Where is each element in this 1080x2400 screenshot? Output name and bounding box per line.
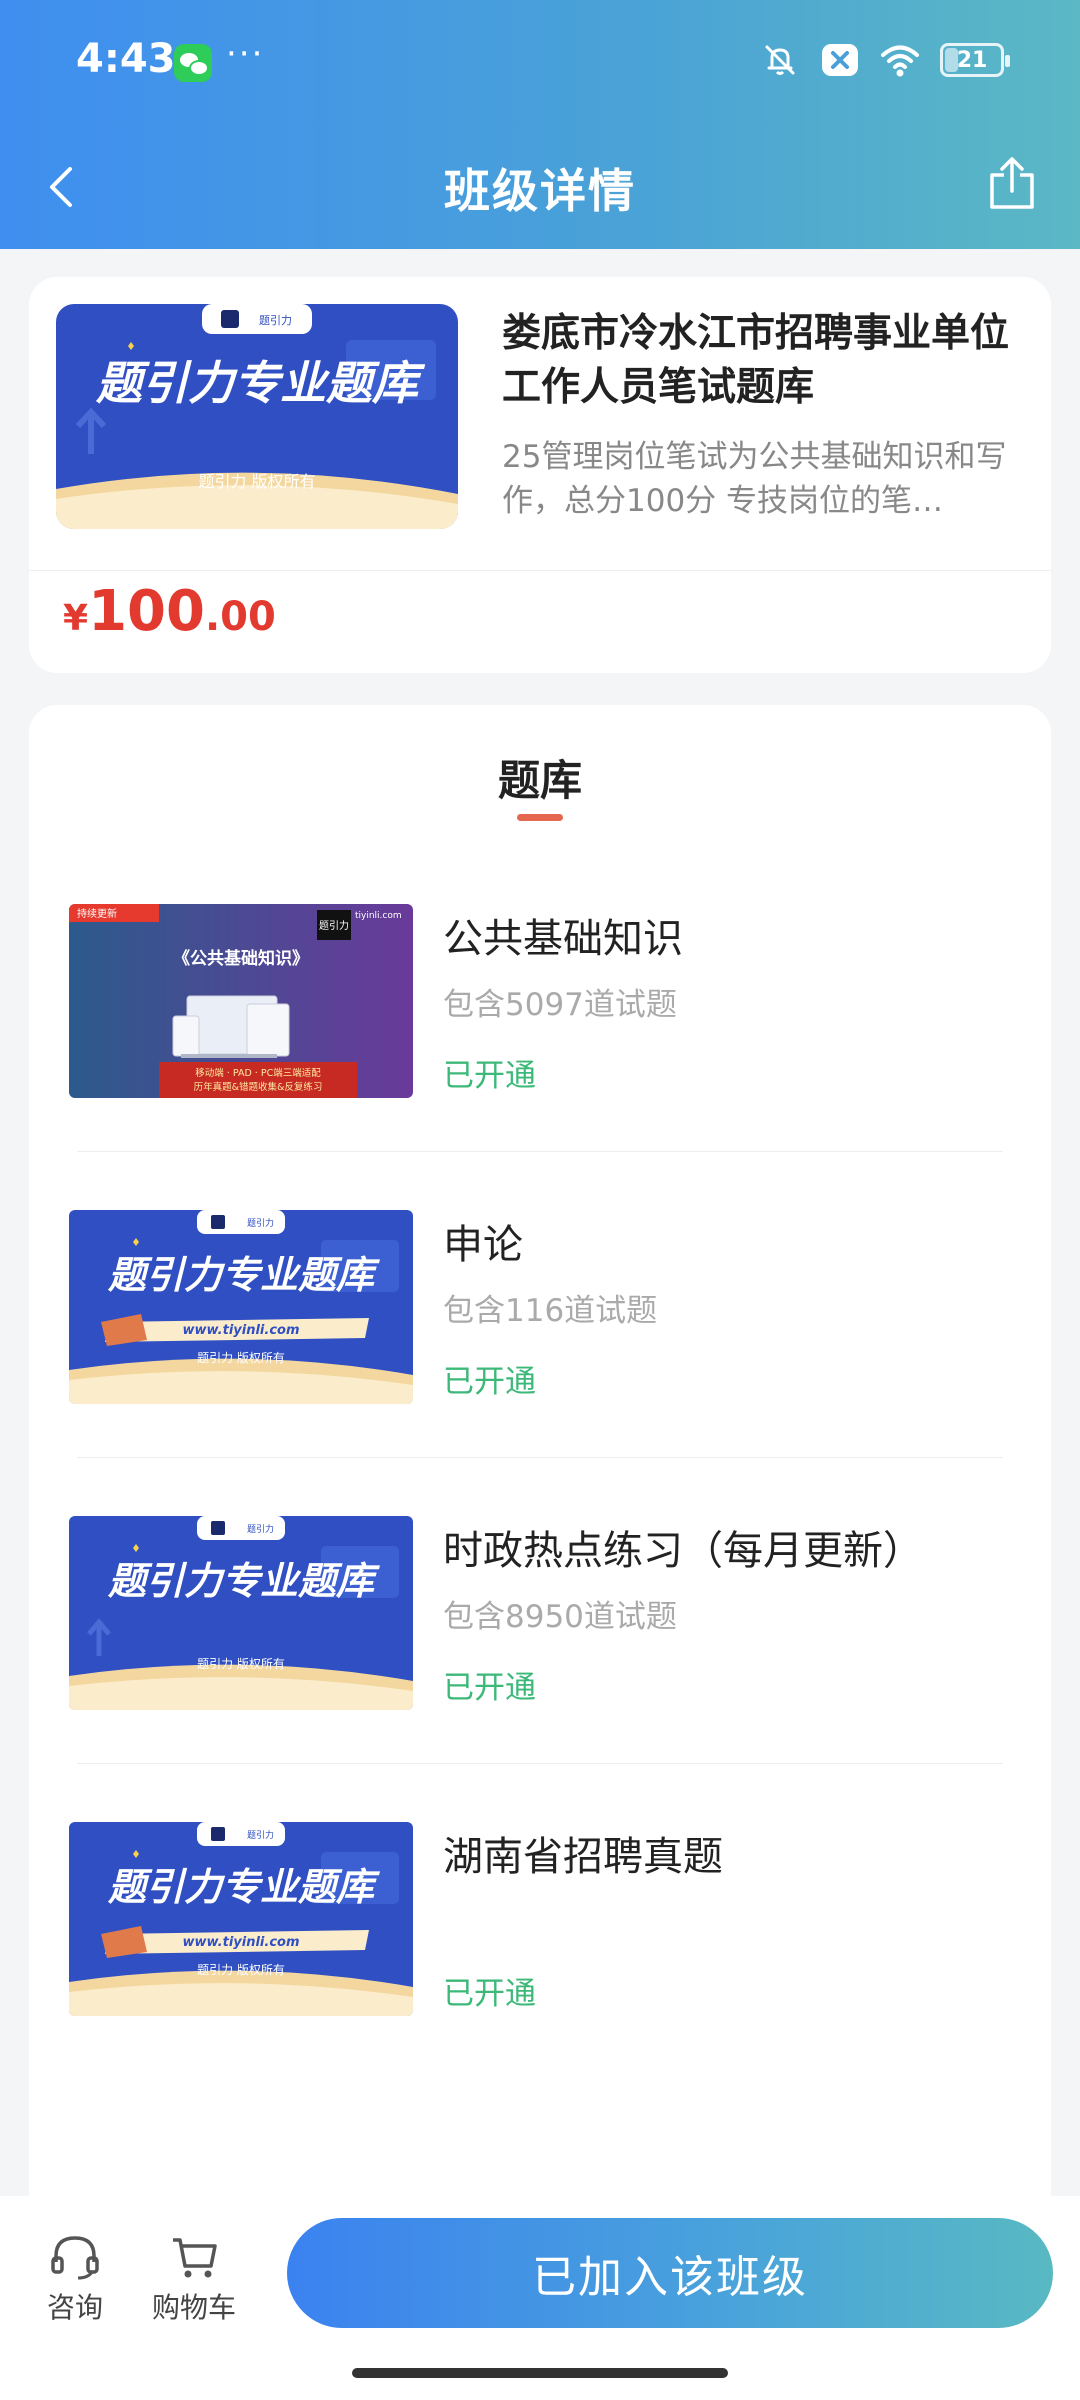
thumbnail-image: 题引力 题引力专业题库 www.tiyinli.com 题引力 版权所有 [69,1822,413,2016]
svg-text:tiyinli.com: tiyinli.com [355,911,402,921]
wechat-icon [174,44,212,82]
thumbnail-image: 题引力 题引力专业题库 题引力 版权所有 [69,1516,413,1710]
bank-item-name: 公共基础知识 [443,916,683,962]
thumbnail-image: 持续更新 题引力 tiyinli.com 《公共基础知识》 移动端 · PAD … [69,904,413,1098]
bank-item-name: 湖南省招聘真题 [443,1834,723,1880]
svg-text:题引力 版权所有: 题引力 版权所有 [197,1351,285,1365]
tab-question-bank[interactable]: 题库 [29,747,1051,808]
course-card: 题引力 题引力专业题库 题引力 版权所有 娄底市冷水江市招聘事业单位工作人员笔试… [29,277,1051,673]
nav-bar: 班级详情 [0,125,1080,249]
divider [77,1763,1003,1764]
cart-button[interactable]: 购物车 [139,2232,249,2326]
price-integer: 100 [88,579,205,644]
svg-text:题引力: 题引力 [319,919,349,932]
svg-text:持续更新: 持续更新 [77,907,117,920]
bank-item-essay[interactable]: 题引力 题引力专业题库 www.tiyinli.com 题引力 版权所有 申论 … [29,1210,1051,1516]
bank-item-current-affairs[interactable]: 题引力 题引力专业题库 题引力 版权所有 时政热点练习（每月更新） 包含8950… [29,1516,1051,1822]
bank-item-count: 包含5097道试题 [443,987,677,1023]
divider [77,1151,1003,1152]
consult-label: 咨询 [46,2291,103,2324]
svg-text:题引力 版权所有: 题引力 版权所有 [197,1963,285,1977]
svg-text:题引力: 题引力 [247,1217,274,1229]
status-bar: 4:43 ··· 21 [0,0,1080,125]
battery-icon: 21 [940,43,1010,77]
bank-item-hunan-exams[interactable]: 题引力 题引力专业题库 www.tiyinli.com 题引力 版权所有 湖南省… [29,1822,1051,2128]
svg-text:题引力: 题引力 [247,1523,274,1535]
course-thumbnail-image: 题引力 题引力专业题库 题引力 版权所有 [56,304,458,529]
bank-item-status: 已开通 [443,1976,536,2012]
bank-item-name: 时政热点练习（每月更新） [443,1528,923,1574]
question-bank-card: 题库 持续更新 题引力 tiyinli.com 《公共基础知识》 移动端 · P… [29,705,1051,2245]
battery-level-text: 21 [956,47,988,73]
course-description: 25管理岗位笔试为公共基础知识和写作，总分100分 专技岗位的笔… [502,439,1007,519]
divider [77,1457,1003,1458]
cart-icon [173,2238,217,2278]
share-icon[interactable] [982,153,1042,213]
course-thumb-footer: 题引力 版权所有 [198,472,315,491]
course-thumb-brand: 题引力 [259,313,292,327]
wifi-icon [881,45,919,77]
price-decimal: .00 [204,594,276,640]
bank-item-thumbnail: 题引力 题引力专业题库 www.tiyinli.com 题引力 版权所有 [69,1210,413,1404]
svg-text:题引力专业题库: 题引力专业题库 [107,1253,380,1297]
course-thumb-headline: 题引力专业题库 [95,356,426,410]
bank-item-count: 包含116道试题 [443,1293,658,1329]
close-box-icon [822,44,858,76]
course-title: 娄底市冷水江市招聘事业单位工作人员笔试题库 [502,311,1010,410]
headset-icon [51,2236,99,2280]
svg-text:www.tiyinli.com: www.tiyinli.com [182,1323,299,1338]
svg-text:题引力专业题库: 题引力专业题库 [107,1559,380,1603]
consult-button[interactable]: 咨询 [20,2232,130,2326]
bottom-action-bar: 咨询 购物车 已加入该班级 [0,2196,1080,2400]
bell-off-icon [765,45,795,75]
svg-text:历年真题&错题收集&反复练习: 历年真题&错题收集&反复练习 [194,1081,323,1093]
bank-item-count: 包含8950道试题 [443,1599,677,1635]
bank-item-name: 申论 [443,1222,523,1268]
course-thumbnail: 题引力 题引力专业题库 题引力 版权所有 [56,304,458,529]
page-title: 班级详情 [444,164,636,218]
svg-text:题引力专业题库: 题引力专业题库 [107,1865,380,1909]
course-price: ¥100.00 [63,579,276,644]
thumbnail-image: 题引力 题引力专业题库 www.tiyinli.com 题引力 版权所有 [69,1210,413,1404]
bank-item-status: 已开通 [443,1058,536,1094]
bank-item-thumbnail: 持续更新 题引力 tiyinli.com 《公共基础知识》 移动端 · PAD … [69,904,413,1098]
price-currency: ¥ [63,598,89,639]
bank-item-public-knowledge[interactable]: 持续更新 题引力 tiyinli.com 《公共基础知识》 移动端 · PAD … [29,904,1051,1210]
more-dots-icon: ··· [226,34,265,74]
divider [29,570,1051,571]
bank-item-status: 已开通 [443,1364,536,1400]
svg-text:题引力 版权所有: 题引力 版权所有 [197,1657,285,1671]
svg-text:《公共基础知识》: 《公共基础知识》 [173,948,309,969]
tab-underline [517,814,563,821]
cart-label: 购物车 [151,2291,236,2324]
status-icons: 21 [760,40,1010,80]
status-time: 4:43 [76,36,176,82]
joined-class-button[interactable]: 已加入该班级 [287,2218,1053,2328]
bank-item-thumbnail: 题引力 题引力专业题库 www.tiyinli.com 题引力 版权所有 [69,1822,413,2016]
bank-item-status: 已开通 [443,1670,536,1706]
svg-text:www.tiyinli.com: www.tiyinli.com [182,1935,299,1950]
home-indicator[interactable] [352,2368,728,2378]
svg-text:移动端 · PAD · PC端三端适配: 移动端 · PAD · PC端三端适配 [195,1067,321,1079]
header: 4:43 ··· 21 班级详情 [0,0,1080,249]
bank-item-thumbnail: 题引力 题引力专业题库 题引力 版权所有 [69,1516,413,1710]
svg-text:题引力: 题引力 [247,1829,274,1841]
